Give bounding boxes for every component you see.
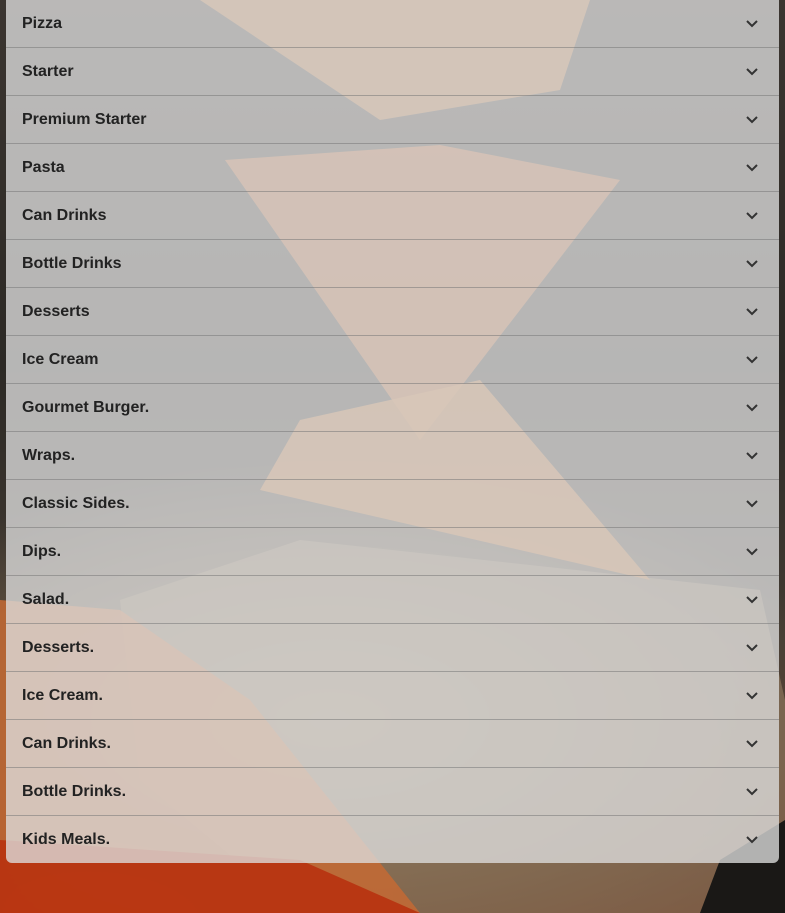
accordion-item[interactable]: Pizza	[6, 0, 779, 48]
chevron-down-icon[interactable]	[745, 593, 759, 607]
accordion-item[interactable]: Wraps.	[6, 432, 779, 480]
chevron-down-icon[interactable]	[745, 689, 759, 703]
accordion-item-label: Kids Meals.	[22, 830, 111, 848]
accordion-item[interactable]: Kids Meals.	[6, 816, 779, 863]
accordion-item[interactable]: Can Drinks.	[6, 720, 779, 768]
accordion-item-label: Can Drinks.	[22, 734, 111, 752]
accordion-item[interactable]: Ice Cream	[6, 336, 779, 384]
chevron-down-icon[interactable]	[745, 737, 759, 751]
accordion-item[interactable]: Starter	[6, 48, 779, 96]
chevron-down-icon[interactable]	[745, 641, 759, 655]
chevron-down-icon[interactable]	[745, 65, 759, 79]
chevron-down-icon[interactable]	[745, 209, 759, 223]
chevron-down-icon[interactable]	[745, 113, 759, 127]
accordion-item-label: Wraps.	[22, 446, 76, 464]
accordion-item-label: Classic Sides.	[22, 494, 130, 512]
accordion-item-label: Ice Cream	[22, 350, 99, 368]
menu-accordion: Pizza Starter Premium Starter Pasta Can Drin…	[6, 0, 779, 863]
accordion-item-label: Bottle Drinks.	[22, 782, 127, 800]
chevron-down-icon[interactable]	[745, 161, 759, 175]
accordion-item[interactable]: Premium Starter	[6, 96, 779, 144]
accordion-item-label: Pizza	[22, 14, 63, 32]
chevron-down-icon[interactable]	[745, 305, 759, 319]
accordion-item[interactable]: Desserts	[6, 288, 779, 336]
chevron-down-icon[interactable]	[745, 353, 759, 367]
accordion-item-label: Bottle Drinks	[22, 254, 122, 272]
accordion-item-label: Desserts.	[22, 638, 95, 656]
chevron-down-icon[interactable]	[745, 785, 759, 799]
accordion-item[interactable]: Pasta	[6, 144, 779, 192]
accordion-item-label: Desserts	[22, 302, 90, 320]
accordion-item[interactable]: Classic Sides.	[6, 480, 779, 528]
accordion-item-label: Ice Cream.	[22, 686, 103, 704]
accordion-item-label: Pasta	[22, 158, 65, 176]
chevron-down-icon[interactable]	[745, 497, 759, 511]
accordion-item[interactable]: Bottle Drinks.	[6, 768, 779, 816]
accordion-item-label: Premium Starter	[22, 110, 147, 128]
accordion-item[interactable]: Salad.	[6, 576, 779, 624]
chevron-down-icon[interactable]	[745, 545, 759, 559]
accordion-item[interactable]: Dips.	[6, 528, 779, 576]
accordion-item-label: Gourmet Burger.	[22, 398, 150, 416]
accordion-item[interactable]: Ice Cream.	[6, 672, 779, 720]
accordion-item[interactable]: Gourmet Burger.	[6, 384, 779, 432]
accordion-item[interactable]: Desserts.	[6, 624, 779, 672]
accordion-item-label: Dips.	[22, 542, 62, 560]
chevron-down-icon[interactable]	[745, 449, 759, 463]
accordion-item[interactable]: Bottle Drinks	[6, 240, 779, 288]
accordion-item[interactable]: Can Drinks	[6, 192, 779, 240]
chevron-down-icon[interactable]	[745, 17, 759, 31]
accordion-item-label: Salad.	[22, 590, 70, 608]
accordion-item-label: Can Drinks	[22, 206, 107, 224]
chevron-down-icon[interactable]	[745, 401, 759, 415]
chevron-down-icon[interactable]	[745, 833, 759, 847]
chevron-down-icon[interactable]	[745, 257, 759, 271]
accordion-item-label: Starter	[22, 62, 74, 80]
